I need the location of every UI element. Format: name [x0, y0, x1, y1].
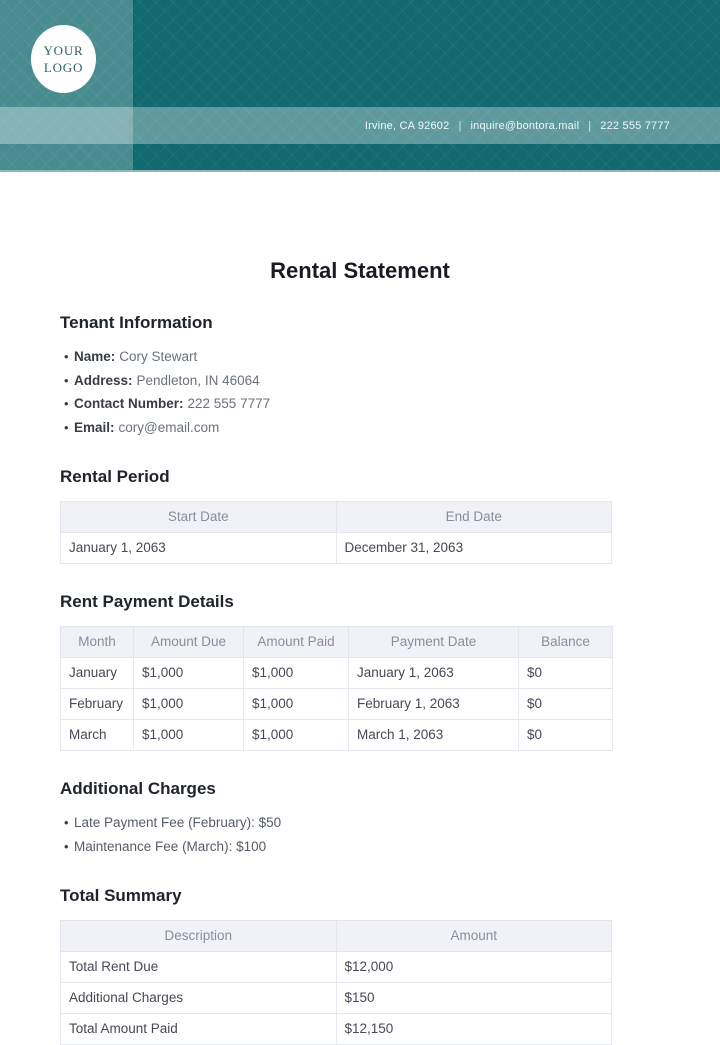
tenant-contact-value: 222 555 7777 — [188, 396, 271, 411]
month-cell: February — [61, 689, 134, 720]
tenant-information-heading: Tenant Information — [60, 311, 672, 335]
table-row: Total Rent Due $12,000 — [61, 952, 612, 983]
amount-paid-cell: $1,000 — [244, 658, 349, 689]
start-date-cell: January 1, 2063 — [61, 533, 337, 564]
tenant-information-list: Name: Cory Stewart Address: Pendleton, IN … — [60, 345, 672, 439]
header-banner: Irvine, CA 92602 | inquire@bontora.mail … — [0, 0, 720, 172]
table-row: January 1, 2063 December 31, 2063 — [61, 533, 612, 564]
contact-email: inquire@bontora.mail — [471, 120, 580, 132]
end-date-cell: December 31, 2063 — [336, 533, 612, 564]
tenant-email-value: cory@email.com — [119, 420, 220, 435]
table-row: Total Amount Paid $12,150 — [61, 1014, 612, 1045]
logo-text-line1: YOUR — [43, 42, 83, 59]
contact-location: Irvine, CA 92602 — [365, 120, 450, 132]
amount-paid-cell: $1,000 — [244, 689, 349, 720]
additional-charges-list: Late Payment Fee (February): $50 Mainten… — [60, 811, 672, 858]
list-item: Name: Cory Stewart — [60, 345, 672, 369]
description-cell: Additional Charges — [61, 983, 337, 1014]
tenant-contact-label: Contact Number: — [74, 396, 184, 411]
table-row: March $1,000 $1,000 March 1, 2063 $0 — [61, 720, 613, 751]
tenant-name-value: Cory Stewart — [119, 349, 197, 364]
header-contact-info: Irvine, CA 92602 | inquire@bontora.mail … — [0, 107, 720, 144]
amount-due-cell: $1,000 — [134, 720, 244, 751]
payment-date-cell: February 1, 2063 — [349, 689, 519, 720]
table-row: February $1,000 $1,000 February 1, 2063 … — [61, 689, 613, 720]
list-item: Email: cory@email.com — [60, 416, 672, 440]
tenant-address-value: Pendleton, IN 46064 — [137, 373, 260, 388]
payment-date-cell: January 1, 2063 — [349, 658, 519, 689]
balance-cell: $0 — [519, 658, 613, 689]
amount-cell: $150 — [336, 983, 612, 1014]
logo-text-line2: LOGO — [44, 59, 83, 76]
list-item: Address: Pendleton, IN 46064 — [60, 369, 672, 393]
page-title: Rental Statement — [0, 256, 720, 286]
description-cell: Total Amount Paid — [61, 1014, 337, 1045]
balance-cell: $0 — [519, 720, 613, 751]
table-row: January $1,000 $1,000 January 1, 2063 $0 — [61, 658, 613, 689]
balance-cell: $0 — [519, 689, 613, 720]
table-header-row: Start Date End Date — [61, 502, 612, 533]
rent-payment-details-heading: Rent Payment Details — [60, 590, 672, 614]
month-cell: March — [61, 720, 134, 751]
rental-period-table: Start Date End Date January 1, 2063 Dece… — [60, 501, 612, 564]
list-item: Maintenance Fee (March): $100 — [60, 835, 672, 859]
description-cell: Total Rent Due — [61, 952, 337, 983]
total-summary-table: Description Amount Total Rent Due $12,00… — [60, 920, 612, 1045]
contact-separator: | — [588, 120, 591, 132]
amount-due-cell: $1,000 — [134, 689, 244, 720]
total-summary-heading: Total Summary — [60, 884, 672, 908]
column-header-start-date: Start Date — [61, 502, 337, 533]
tenant-name-label: Name: — [74, 349, 115, 364]
column-header-amount: Amount — [336, 921, 612, 952]
amount-cell: $12,150 — [336, 1014, 612, 1045]
column-header-end-date: End Date — [336, 502, 612, 533]
document-body: Tenant Information Name: Cory Stewart Add… — [0, 311, 672, 1045]
table-row: Additional Charges $150 — [61, 983, 612, 1014]
logo: YOUR LOGO — [31, 25, 96, 93]
column-header-amount-due: Amount Due — [134, 627, 244, 658]
rental-period-heading: Rental Period — [60, 465, 672, 489]
contact-separator: | — [458, 120, 461, 132]
amount-due-cell: $1,000 — [134, 658, 244, 689]
payment-date-cell: March 1, 2063 — [349, 720, 519, 751]
column-header-amount-paid: Amount Paid — [244, 627, 349, 658]
amount-paid-cell: $1,000 — [244, 720, 349, 751]
amount-cell: $12,000 — [336, 952, 612, 983]
table-header-row: Description Amount — [61, 921, 612, 952]
additional-charges-heading: Additional Charges — [60, 777, 672, 801]
list-item: Contact Number: 222 555 7777 — [60, 392, 672, 416]
month-cell: January — [61, 658, 134, 689]
list-item: Late Payment Fee (February): $50 — [60, 811, 672, 835]
column-header-month: Month — [61, 627, 134, 658]
contact-phone: 222 555 7777 — [600, 120, 670, 132]
tenant-address-label: Address: — [74, 373, 133, 388]
rent-payment-details-table: Month Amount Due Amount Paid Payment Dat… — [60, 626, 613, 751]
column-header-payment-date: Payment Date — [349, 627, 519, 658]
column-header-description: Description — [61, 921, 337, 952]
column-header-balance: Balance — [519, 627, 613, 658]
table-header-row: Month Amount Due Amount Paid Payment Dat… — [61, 627, 613, 658]
tenant-email-label: Email: — [74, 420, 115, 435]
